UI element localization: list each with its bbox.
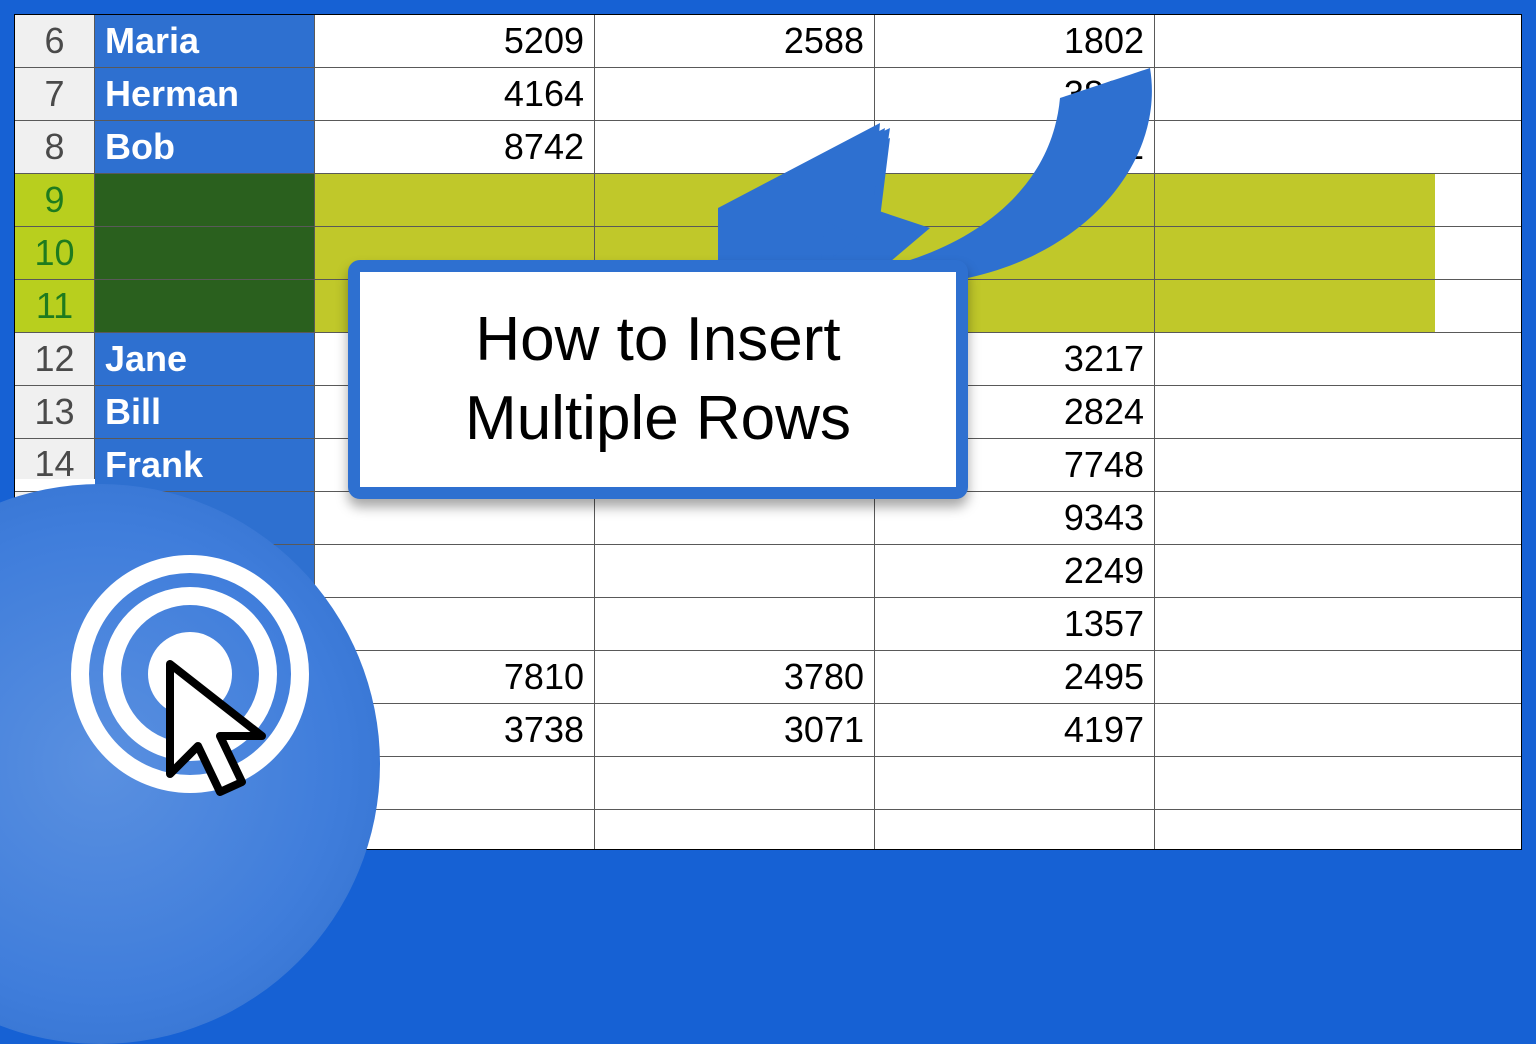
cell-value[interactable]: [595, 174, 875, 226]
cell-value[interactable]: 3807: [875, 68, 1155, 120]
table-row-selected[interactable]: 9: [15, 174, 1521, 227]
cell-name[interactable]: Jane: [95, 333, 315, 385]
cell-value[interactable]: [595, 598, 875, 650]
cell-value[interactable]: [1155, 174, 1435, 226]
cell-name[interactable]: [95, 280, 315, 332]
cell-value[interactable]: 2588: [595, 15, 875, 67]
cell-value[interactable]: 4197: [875, 704, 1155, 756]
cell-value[interactable]: 3780: [595, 651, 875, 703]
cell-value[interactable]: [875, 757, 1155, 809]
cell-value[interactable]: [1155, 651, 1435, 703]
cell-value[interactable]: [1155, 492, 1435, 544]
row-header[interactable]: 12: [15, 333, 95, 385]
cell-value[interactable]: [1155, 280, 1435, 332]
cell-value[interactable]: [1155, 68, 1435, 120]
row-header[interactable]: 8: [15, 121, 95, 173]
row-header[interactable]: 6: [15, 15, 95, 67]
cell-value[interactable]: [595, 810, 875, 850]
cell-name[interactable]: Bob: [95, 121, 315, 173]
cell-value[interactable]: [595, 121, 875, 173]
cell-name[interactable]: [95, 227, 315, 279]
cell-value[interactable]: [1155, 121, 1435, 173]
cell-value[interactable]: [1155, 439, 1435, 491]
cell-value[interactable]: 6841: [875, 121, 1155, 173]
cell-value[interactable]: [315, 545, 595, 597]
cell-name[interactable]: Herman: [95, 68, 315, 120]
title-text: How to Insert Multiple Rows: [465, 305, 851, 453]
table-row[interactable]: 7 Herman 4164 3807: [15, 68, 1521, 121]
cell-name[interactable]: Frank: [95, 439, 315, 491]
cell-value[interactable]: [1155, 757, 1435, 809]
cell-value[interactable]: [315, 598, 595, 650]
row-header[interactable]: 7: [15, 68, 95, 120]
cell-value[interactable]: 1357: [875, 598, 1155, 650]
cell-value[interactable]: [1155, 810, 1435, 850]
cell-value[interactable]: 4164: [315, 68, 595, 120]
cell-value[interactable]: [875, 174, 1155, 226]
cell-value[interactable]: 8742: [315, 121, 595, 173]
cell-value[interactable]: 1802: [875, 15, 1155, 67]
cell-value[interactable]: [1155, 598, 1435, 650]
row-header[interactable]: 11: [15, 280, 95, 332]
row-header[interactable]: 10: [15, 227, 95, 279]
row-header[interactable]: 9: [15, 174, 95, 226]
cell-value[interactable]: [1155, 704, 1435, 756]
cell-value[interactable]: 5209: [315, 15, 595, 67]
cell-value[interactable]: [1155, 15, 1435, 67]
table-row[interactable]: 8 Bob 8742 6841: [15, 121, 1521, 174]
cell-value[interactable]: [595, 545, 875, 597]
cell-name[interactable]: Bill: [95, 386, 315, 438]
cell-value[interactable]: 9343: [875, 492, 1155, 544]
cell-value[interactable]: [1155, 545, 1435, 597]
row-header[interactable]: 14: [15, 439, 95, 479]
cell-value[interactable]: 2249: [875, 545, 1155, 597]
cell-value[interactable]: [595, 757, 875, 809]
cell-value[interactable]: [595, 68, 875, 120]
cell-name[interactable]: Maria: [95, 15, 315, 67]
table-row[interactable]: 6 Maria 5209 2588 1802: [15, 15, 1521, 68]
cell-value[interactable]: [1155, 386, 1435, 438]
title-overlay: How to Insert Multiple Rows: [348, 260, 968, 499]
cell-value[interactable]: 2495: [875, 651, 1155, 703]
cell-value[interactable]: 3071: [595, 704, 875, 756]
cell-value[interactable]: [1155, 333, 1435, 385]
cell-name[interactable]: [95, 174, 315, 226]
cell-value[interactable]: [315, 174, 595, 226]
cell-value[interactable]: [595, 492, 875, 544]
cell-value[interactable]: [315, 492, 595, 544]
cell-value[interactable]: [875, 810, 1155, 850]
cell-value[interactable]: [1155, 227, 1435, 279]
row-header[interactable]: 13: [15, 386, 95, 438]
